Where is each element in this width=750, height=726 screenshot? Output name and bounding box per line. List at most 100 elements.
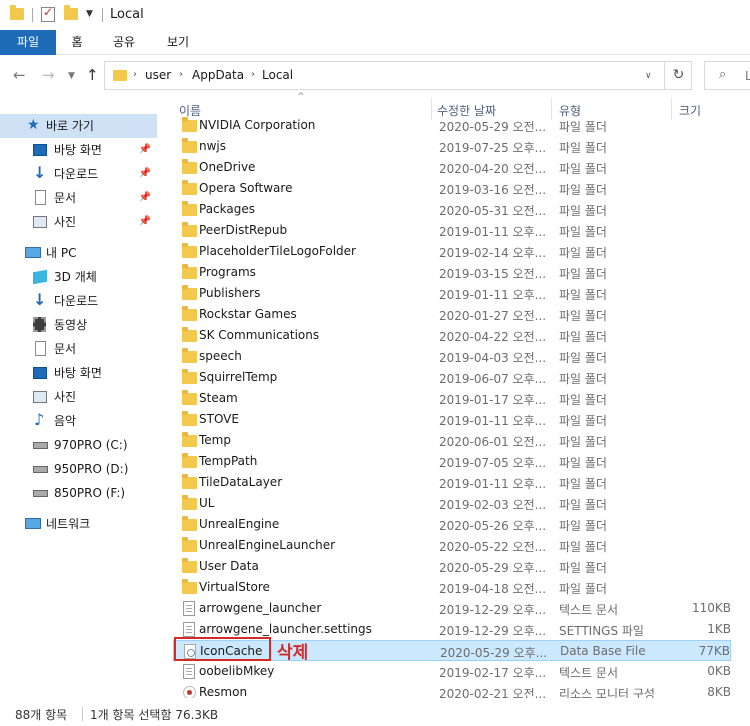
- file-type: 파일 폴더: [559, 435, 607, 449]
- sidebar-item-drive-d[interactable]: 950PRO (D:): [0, 457, 157, 481]
- file-row[interactable]: SK Communications 2020-04-22 오전... 파일 폴더: [173, 325, 731, 346]
- file-row[interactable]: Steam 2019-01-17 오후... 파일 폴더: [173, 388, 731, 409]
- file-type: 파일 폴더: [559, 288, 607, 302]
- file-date: 2019-01-11 오후...: [439, 477, 547, 491]
- file-name: Steam: [199, 391, 238, 405]
- vertical-scrollbar[interactable]: [731, 96, 748, 698]
- desktop-icon: [33, 144, 47, 156]
- file-row[interactable]: UL 2019-02-03 오전... 파일 폴더: [173, 493, 731, 514]
- sidebar-item-3d-objects[interactable]: 3D 개체: [0, 265, 157, 289]
- forward-arrow-icon[interactable]: →: [42, 66, 55, 84]
- file-row[interactable]: Opera Software 2019-03-16 오전... 파일 폴더: [173, 178, 731, 199]
- sidebar-item-quick-access[interactable]: ★ 바로 가기: [0, 114, 157, 138]
- drive-icon: [33, 442, 48, 449]
- file-name: PlaceholderTileLogoFolder: [199, 244, 356, 258]
- file-row[interactable]: SquirrelTemp 2019-06-07 오후... 파일 폴더: [173, 367, 731, 388]
- chevron-right-icon[interactable]: ›: [133, 69, 137, 80]
- pin-icon[interactable]: 📌: [139, 138, 151, 162]
- sidebar-item-this-pc[interactable]: 내 PC: [0, 241, 157, 265]
- up-arrow-icon[interactable]: ↑: [86, 66, 99, 84]
- tab-home[interactable]: 홈: [62, 30, 92, 55]
- sidebar-item-drive-f[interactable]: 850PRO (F:): [0, 481, 157, 505]
- file-date: 2020-05-29 오전...: [439, 120, 547, 134]
- tab-file[interactable]: 파일: [0, 30, 56, 55]
- sidebar-item-documents[interactable]: 문서 📌: [0, 186, 157, 210]
- text-file-icon: [183, 601, 195, 616]
- sidebar-item-network[interactable]: 네트워크: [0, 512, 157, 536]
- breadcrumb-appdata[interactable]: AppData: [192, 68, 244, 82]
- refresh-button[interactable]: ↻: [664, 61, 692, 90]
- sort-ascending-icon: ^: [297, 92, 305, 102]
- file-row[interactable]: OneDrive 2020-04-20 오전... 파일 폴더: [173, 157, 731, 178]
- file-name: UL: [199, 496, 215, 510]
- file-row[interactable]: oobelibMkey 2019-02-17 오후... 텍스트 문서 0KB: [173, 661, 731, 682]
- folder-icon: [182, 495, 197, 510]
- address-dropdown-icon[interactable]: ∨: [645, 71, 652, 81]
- sidebar-item-desktop[interactable]: 바탕 화면 📌: [0, 138, 157, 162]
- folder-icon: [182, 474, 197, 489]
- file-row[interactable]: speech 2019-04-03 오전... 파일 폴더: [173, 346, 731, 367]
- chevron-right-icon[interactable]: ›: [179, 69, 183, 80]
- sidebar-item-pictures[interactable]: 사진 📌: [0, 210, 157, 234]
- file-name: TileDataLayer: [199, 475, 283, 489]
- file-row[interactable]: Resmon 2020-02-21 오전... 리소스 모니터 구성 8KB: [173, 682, 731, 698]
- quick-access-dropdown-icon[interactable]: ▼: [86, 9, 93, 19]
- pin-icon[interactable]: 📌: [139, 210, 151, 234]
- sidebar-item-videos[interactable]: 동영상: [0, 313, 157, 337]
- file-date: 2019-12-29 오후...: [439, 603, 547, 617]
- breadcrumb-user[interactable]: user: [145, 68, 171, 82]
- sidebar-item-music[interactable]: ♪ 음악: [0, 409, 157, 433]
- file-type: 파일 폴더: [559, 477, 607, 491]
- sidebar-item-drive-c[interactable]: 970PRO (C:): [0, 433, 157, 457]
- back-arrow-icon[interactable]: ←: [13, 66, 26, 84]
- sidebar-item-desktop-pc[interactable]: 바탕 화면: [0, 361, 157, 385]
- file-row[interactable]: Rockstar Games 2020-01-27 오전... 파일 폴더: [173, 304, 731, 325]
- file-row[interactable]: Packages 2020-05-31 오전... 파일 폴더: [173, 199, 731, 220]
- download-icon: ↓: [33, 163, 47, 182]
- search-input[interactable]: ⌕ L: [704, 61, 750, 90]
- network-icon: [25, 518, 41, 529]
- new-folder-icon[interactable]: [64, 5, 78, 20]
- sidebar-item-pictures-pc[interactable]: 사진: [0, 385, 157, 409]
- file-name: Temp: [199, 433, 231, 447]
- cube-icon: [33, 269, 47, 285]
- file-row[interactable]: nwjs 2019-07-25 오후... 파일 폴더: [173, 136, 731, 157]
- file-row[interactable]: UnrealEngine 2020-05-26 오후... 파일 폴더: [173, 514, 731, 535]
- file-type: 파일 폴더: [559, 393, 607, 407]
- file-name: Rockstar Games: [199, 307, 297, 321]
- file-row[interactable]: Temp 2020-06-01 오전... 파일 폴더: [173, 430, 731, 451]
- chevron-right-icon[interactable]: ›: [251, 69, 255, 80]
- file-row[interactable]: User Data 2020-05-29 오후... 파일 폴더: [173, 556, 731, 577]
- file-type: 파일 폴더: [559, 225, 607, 239]
- file-row[interactable]: Publishers 2019-01-11 오후... 파일 폴더: [173, 283, 731, 304]
- download-icon: ↓: [33, 290, 47, 309]
- file-size: 77KB: [698, 644, 730, 658]
- file-row[interactable]: PlaceholderTileLogoFolder 2019-02-14 오후..…: [173, 241, 731, 262]
- recent-locations-chevron-icon[interactable]: ▼: [68, 71, 75, 81]
- document-icon: [35, 341, 46, 356]
- breadcrumb-local[interactable]: Local: [262, 68, 293, 82]
- file-name: arrowgene_launcher.settings: [199, 622, 372, 636]
- address-bar[interactable]: › user › AppData › Local ∨: [104, 61, 692, 90]
- sidebar-item-label: 바탕 화면: [54, 143, 102, 157]
- properties-icon[interactable]: [41, 5, 55, 22]
- file-row[interactable]: TempPath 2019-07-05 오후... 파일 폴더: [173, 451, 731, 472]
- file-row[interactable]: NVIDIA Corporation 2020-05-29 오전... 파일 폴더: [173, 117, 731, 136]
- file-row[interactable]: PeerDistRepub 2019-01-11 오후... 파일 폴더: [173, 220, 731, 241]
- pin-icon[interactable]: 📌: [139, 186, 151, 210]
- file-row[interactable]: VirtualStore 2019-04-18 오전... 파일 폴더: [173, 577, 731, 598]
- file-row[interactable]: STOVE 2019-01-11 오후... 파일 폴더: [173, 409, 731, 430]
- file-row[interactable]: UnrealEngineLauncher 2020-05-22 오전... 파일 폴…: [173, 535, 731, 556]
- sidebar-item-downloads-pc[interactable]: ↓ 다운로드: [0, 289, 157, 313]
- file-date: 2020-04-20 오전...: [439, 162, 547, 176]
- file-type: 파일 폴더: [559, 246, 607, 260]
- film-icon: [33, 317, 46, 332]
- pin-icon[interactable]: 📌: [139, 162, 151, 186]
- tab-share[interactable]: 공유: [104, 30, 144, 55]
- sidebar-item-downloads[interactable]: ↓ 다운로드 📌: [0, 162, 157, 186]
- file-row[interactable]: Programs 2019-03-15 오전... 파일 폴더: [173, 262, 731, 283]
- file-row[interactable]: TileDataLayer 2019-01-11 오후... 파일 폴더: [173, 472, 731, 493]
- file-row[interactable]: arrowgene_launcher 2019-12-29 오후... 텍스트 문서…: [173, 598, 731, 619]
- sidebar-item-documents-pc[interactable]: 문서: [0, 337, 157, 361]
- tab-view[interactable]: 보기: [160, 30, 196, 55]
